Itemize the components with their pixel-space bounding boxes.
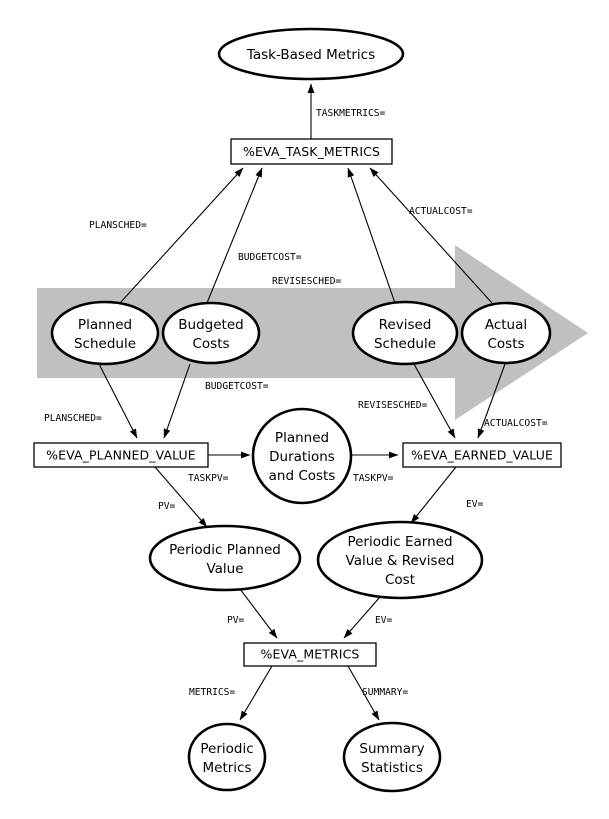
node-actual-costs-label-1: Actual xyxy=(485,317,527,333)
node-eva-metrics-label: %EVA_METRICS xyxy=(261,647,360,662)
node-summary-statistics-label-1: Summary xyxy=(359,741,424,757)
node-planned-durations-label-2: Durations xyxy=(269,449,335,465)
edge-label-ev-low: EV= xyxy=(375,615,393,626)
edge-label-summary: SUMMARY= xyxy=(362,687,408,698)
edge-ev-mid xyxy=(410,466,457,524)
edge-label-ev-mid: EV= xyxy=(466,499,484,510)
edge-label-actualcost-top: ACTUALCOST= xyxy=(409,206,473,217)
node-task-based-metrics-label: Task-Based Metrics xyxy=(246,47,375,63)
node-periodic-metrics-label-1: Periodic xyxy=(200,741,253,757)
edge-budgetcost-top xyxy=(206,167,263,304)
edge-label-actualcost-low: ACTUALCOST= xyxy=(484,418,548,429)
node-planned-schedule xyxy=(50,300,160,366)
node-budgeted-costs-label-1: Budgeted xyxy=(178,317,243,333)
edge-label-plansched-low: PLANSCHED= xyxy=(44,413,102,424)
node-planned-durations-label-3: and Costs xyxy=(269,468,336,484)
edge-label-plansched-top: PLANSCHED= xyxy=(89,220,147,231)
edge-label-budgetcost-top: BUDGETCOST= xyxy=(238,252,302,263)
edge-label-pv-mid: PV= xyxy=(158,501,176,512)
node-actual-costs xyxy=(460,301,552,365)
node-budgeted-costs xyxy=(161,301,261,365)
edge-pv-low xyxy=(239,588,278,639)
node-budgeted-costs-label-2: Costs xyxy=(192,336,229,352)
edge-label-taskpv-right: TASKPV= xyxy=(353,473,394,484)
node-eva-planned-value-label: %EVA_PLANNED_VALUE xyxy=(46,448,196,463)
node-periodic-earned-value-label-3: Cost xyxy=(385,572,415,588)
edge-label-pv-low: PV= xyxy=(227,615,245,626)
node-periodic-metrics-label-2: Metrics xyxy=(202,760,251,776)
node-actual-costs-label-2: Costs xyxy=(487,336,524,352)
edge-label-revisesched-top: REVISESCHED= xyxy=(272,276,342,287)
node-planned-schedule-label-1: Planned xyxy=(78,317,132,333)
edge-label-revisesched-low: REVISESCHED= xyxy=(358,400,428,411)
edge-metrics xyxy=(239,665,273,721)
node-planned-schedule-label-2: Schedule xyxy=(74,336,136,352)
edge-label-taskmetrics: TASKMETRICS= xyxy=(316,108,386,119)
node-periodic-earned-value-label-1: Periodic Earned xyxy=(347,534,452,550)
eva-flow-diagram: Task-Based Metrics %EVA_TASK_METRICS Pla… xyxy=(0,0,609,819)
node-revised-schedule-label-2: Schedule xyxy=(374,336,436,352)
node-summary-statistics xyxy=(342,721,442,793)
edge-label-taskpv-left: TASKPV= xyxy=(188,473,229,484)
node-periodic-metrics xyxy=(187,722,267,792)
node-eva-earned-value-label: %EVA_EARNED_VALUE xyxy=(411,448,553,463)
node-summary-statistics-label-2: Statistics xyxy=(361,760,423,776)
edge-label-metrics: METRICS= xyxy=(189,687,235,698)
node-periodic-planned-value-label-1: Periodic Planned xyxy=(169,542,281,558)
node-periodic-planned-value-label-2: Value xyxy=(206,561,243,577)
edge-label-budgetcost-low: BUDGETCOST= xyxy=(205,381,269,392)
edge-plansched-top xyxy=(119,167,244,304)
node-revised-schedule-label-1: Revised xyxy=(379,317,432,333)
diagram-canvas: Task-Based Metrics %EVA_TASK_METRICS Pla… xyxy=(33,27,588,793)
node-revised-schedule xyxy=(351,300,459,366)
node-eva-task-metrics-label: %EVA_TASK_METRICS xyxy=(243,144,380,159)
node-periodic-earned-value-label-2: Value & Revised xyxy=(346,553,455,569)
node-planned-durations-label-1: Planned xyxy=(275,430,329,446)
node-periodic-planned-value xyxy=(148,524,302,592)
